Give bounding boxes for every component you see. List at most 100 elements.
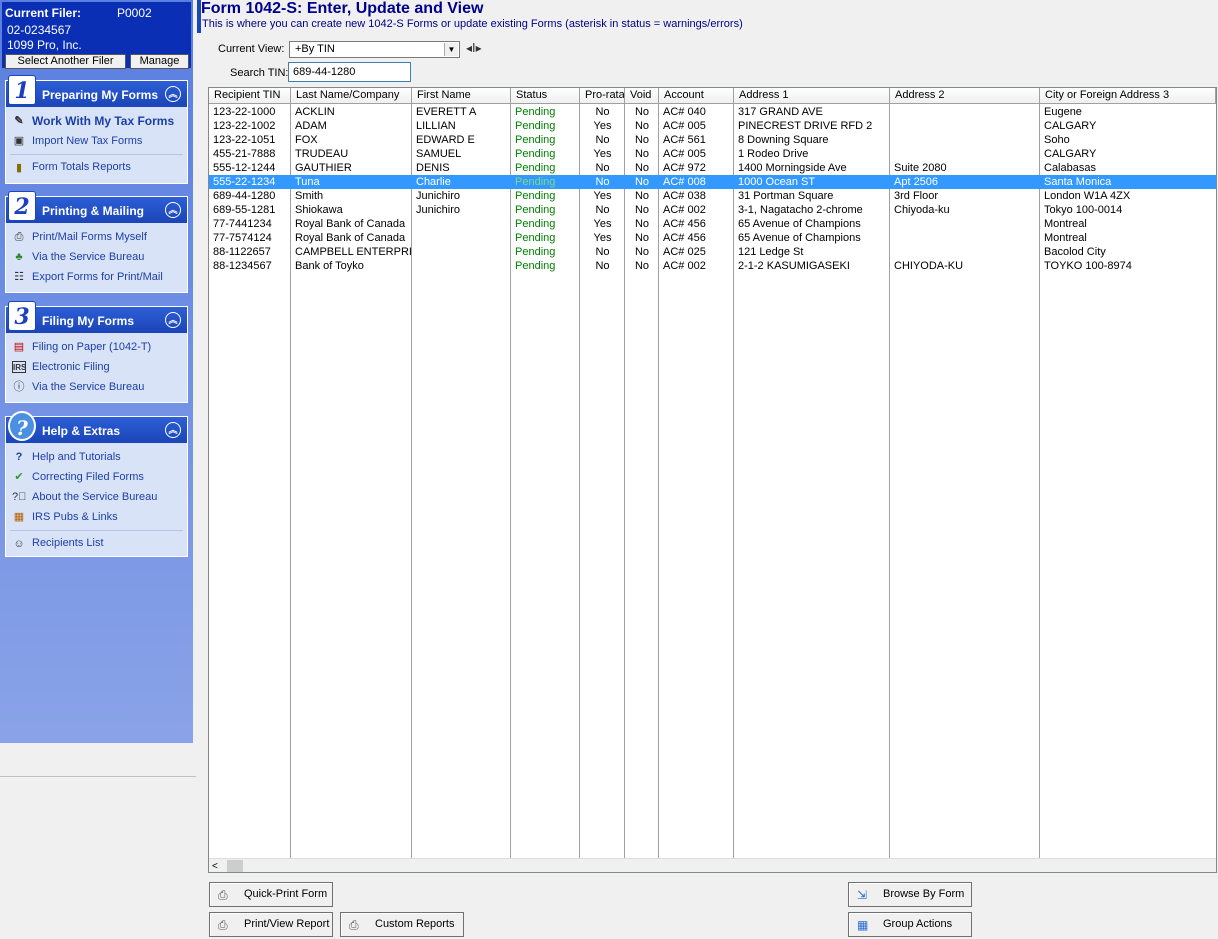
sidebar-item-irs-pubs[interactable]: ▦ IRS Pubs & Links <box>6 507 187 527</box>
collapse-icon[interactable]: ︽ <box>165 312 181 328</box>
custom-reports-button[interactable]: ⎙ Custom Reports <box>340 912 464 937</box>
cell-last-name: Shiokawa <box>295 204 343 216</box>
sidebar-item-label: Form Totals Reports <box>32 161 131 173</box>
cell-status: Pending <box>515 204 556 216</box>
cell-void: No <box>634 246 650 258</box>
scroll-left-icon[interactable]: < <box>212 859 224 872</box>
cell-address-1: 3-1, Nagatacho 2-chrome <box>738 204 863 216</box>
sidebar-item-via-service-bureau-file[interactable]: ⓘ Via the Service Bureau <box>6 377 187 397</box>
cell-status: Pending <box>515 148 556 160</box>
cell-recipient-tin: 77-7574124 <box>213 232 272 244</box>
panel-header-preparing[interactable]: 1 Preparing My Forms ︽ <box>6 75 187 107</box>
sidebar-item-export-forms[interactable]: ☷ Export Forms for Print/Mail <box>6 267 187 287</box>
cell-city: TOYKO 100-8974 <box>1044 260 1132 272</box>
cell-first-name: DENIS <box>416 162 450 174</box>
table-row[interactable]: 77-7574124 Royal Bank of Canada Pending Yes… <box>209 231 1216 245</box>
sidebar-item-form-totals[interactable]: ▮ Form Totals Reports <box>6 158 187 176</box>
panel-header-filing[interactable]: 3 Filing My Forms ︽ <box>6 301 187 333</box>
cell-void: No <box>634 134 650 146</box>
table-row[interactable]: 689-44-1280 Smith Junichiro Pending Yes No AC#… <box>209 189 1216 203</box>
filer-name: 1099 Pro, Inc. <box>7 38 82 52</box>
sidebar-item-help-tutorials[interactable]: ? Help and Tutorials <box>6 447 187 467</box>
cell-address-2 <box>890 105 1040 119</box>
cell-address-2 <box>890 119 1040 133</box>
panel-header-printing[interactable]: 2 Printing & Mailing ︽ <box>6 191 187 223</box>
table-row[interactable]: 88-1122657 CAMPBELL ENTERPRISES Pending No N… <box>209 245 1216 259</box>
panel-filing-forms: 3 Filing My Forms ︽ ▤ Filing on Paper (1… <box>5 301 188 403</box>
table-row[interactable]: 689-55-1281 Shiokawa Junichiro Pending No No A… <box>209 203 1216 217</box>
cell-address-2 <box>890 217 1040 231</box>
cell-account: AC# 456 <box>663 218 706 230</box>
column-resize-icon[interactable]: ◂Ⅰ▸ <box>466 41 482 55</box>
forms-grid[interactable]: Recipient TIN Last Name/Company First Na… <box>208 87 1217 873</box>
cell-first-name <box>412 217 511 231</box>
select-another-filer-button[interactable]: Select Another Filer <box>5 54 126 69</box>
sidebar-item-about-service-bureau[interactable]: ?⃝ About the Service Bureau <box>6 487 187 507</box>
cell-address-2: Apt 2506 <box>894 176 939 188</box>
col-header-recipient-tin[interactable]: Recipient TIN <box>209 88 291 104</box>
cell-first-name: Junichiro <box>416 204 461 216</box>
table-row[interactable]: 88-1234567 Bank of Toyko Pending No No AC# 00… <box>209 259 1216 273</box>
sidebar-item-label: Import New Tax Forms <box>32 135 143 147</box>
collapse-icon[interactable]: ︽ <box>165 86 181 102</box>
cell-last-name: TRUDEAU <box>295 148 349 160</box>
col-header-pro-rata[interactable]: Pro-rata <box>580 88 625 104</box>
sidebar-item-print-mail-myself[interactable]: ⎙ Print/Mail Forms Myself <box>6 227 187 247</box>
cell-status: Pending <box>515 190 556 202</box>
col-header-account[interactable]: Account <box>659 88 734 104</box>
sidebar-item-correcting-forms[interactable]: ✔ Correcting Filed Forms <box>6 467 187 487</box>
horizontal-scrollbar[interactable]: < <box>209 858 1216 872</box>
cell-address-1: PINECREST DRIVE RFD 2 <box>738 120 873 132</box>
table-row[interactable]: 123-22-1002 ADAM LILLIAN Pending Yes No AC# 00… <box>209 119 1216 133</box>
cell-address-1: 1 Rodeo Drive <box>738 148 809 160</box>
col-header-address-2[interactable]: Address 2 <box>890 88 1040 104</box>
sidebar-item-label: IRS Pubs & Links <box>32 511 118 523</box>
cell-account: AC# 005 <box>663 148 706 160</box>
cell-address-1: 1400 Morningside Ave <box>738 162 847 174</box>
col-header-status[interactable]: Status <box>511 88 580 104</box>
col-header-first-name[interactable]: First Name <box>412 88 511 104</box>
collapse-icon[interactable]: ︽ <box>165 422 181 438</box>
quick-print-button[interactable]: ⎙ Quick-Print Form <box>209 882 333 907</box>
cell-first-name: EVERETT A <box>416 106 477 118</box>
cell-recipient-tin: 88-1122657 <box>213 246 271 258</box>
cell-status: Pending <box>515 232 556 244</box>
sidebar-item-work-with-forms[interactable]: ✎ Work With My Tax Forms <box>6 111 187 131</box>
cell-void: No <box>634 232 650 244</box>
col-header-last-name[interactable]: Last Name/Company <box>291 88 412 104</box>
cell-pro-rata: Yes <box>593 120 612 132</box>
sidebar-item-import-forms[interactable]: ▣ Import New Tax Forms <box>6 131 187 151</box>
cell-recipient-tin: 123-22-1051 <box>213 134 276 146</box>
col-header-void[interactable]: Void <box>625 88 659 104</box>
table-row[interactable]: 123-22-1000 ACKLIN EVERETT A Pending No No AC#… <box>209 105 1216 119</box>
chevron-down-icon[interactable]: ▼ <box>444 43 458 56</box>
browse-by-form-button[interactable]: ⇲ Browse By Form <box>848 882 972 907</box>
scrollbar-thumb[interactable] <box>227 860 243 872</box>
group-actions-button[interactable]: ▦ Group Actions <box>848 912 972 937</box>
table-row-selected[interactable]: 555-22-1234 Tuna Charlie Pending No No AC# 008… <box>209 175 1216 189</box>
collapse-icon[interactable]: ︽ <box>165 202 181 218</box>
manage-filer-button[interactable]: Manage <box>130 54 189 69</box>
table-row[interactable]: 555-12-1244 GAUTHIER DENIS Pending No No AC# 9… <box>209 161 1216 175</box>
table-row[interactable]: 77-7441234 Royal Bank of Canada Pending Yes… <box>209 217 1216 231</box>
cell-void: No <box>634 260 650 272</box>
cell-recipient-tin: 689-44-1280 <box>213 190 276 202</box>
sidebar-item-filing-on-paper[interactable]: ▤ Filing on Paper (1042-T) <box>6 337 187 357</box>
sidebar-item-via-service-bureau-print[interactable]: ♣ Via the Service Bureau <box>6 247 187 267</box>
table-row[interactable]: 123-22-1051 FOX EDWARD E Pending No No AC# 561… <box>209 133 1216 147</box>
sidebar-item-recipients-list[interactable]: ☺ Recipients List <box>6 534 187 552</box>
col-header-address-1[interactable]: Address 1 <box>734 88 890 104</box>
panel-header-help[interactable]: ? Help & Extras ︽ <box>6 411 187 443</box>
print-view-report-button[interactable]: ⎙ Print/View Report <box>209 912 333 937</box>
cell-account: AC# 561 <box>663 134 706 146</box>
cell-city: Montreal <box>1044 232 1087 244</box>
search-tin-input[interactable] <box>288 62 411 82</box>
cell-last-name: GAUTHIER <box>295 162 352 174</box>
grid-icon: ▦ <box>857 918 869 932</box>
sidebar-item-electronic-filing[interactable]: IRS Electronic Filing <box>6 357 187 377</box>
current-view-select[interactable]: +By TIN ▼ <box>289 41 460 58</box>
col-header-city[interactable]: City or Foreign Address 3 <box>1040 88 1216 104</box>
printer-icon: ⎙ <box>14 231 24 243</box>
table-row[interactable]: 455-21-7888 TRUDEAU SAMUEL Pending Yes No AC# … <box>209 147 1216 161</box>
cell-status: Pending <box>515 134 556 146</box>
